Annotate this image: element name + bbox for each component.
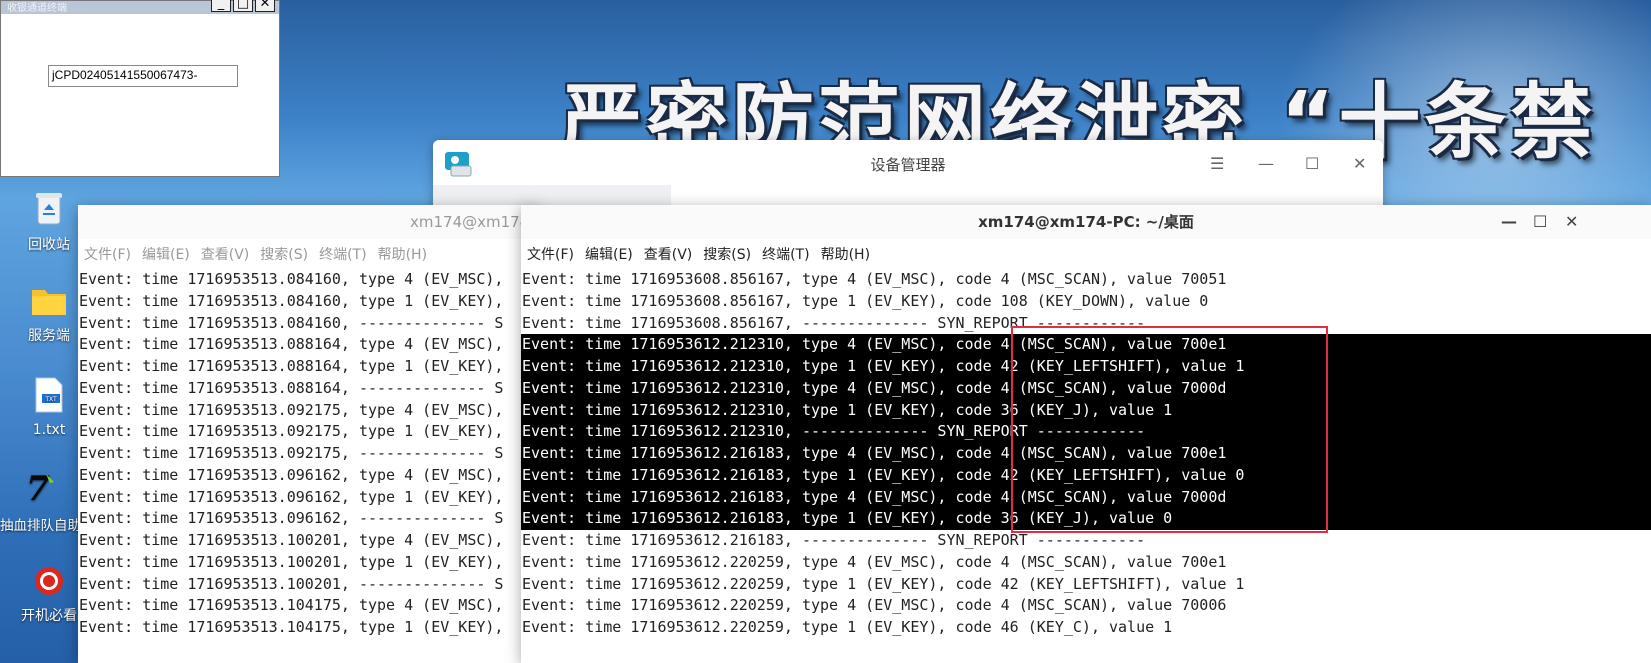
desktop-icon-server[interactable]: 服务端 <box>9 285 89 345</box>
svg-text:TXT: TXT <box>44 396 57 403</box>
menu-edit[interactable]: 编辑(E) <box>142 244 190 264</box>
input-dialog: 收银通道终端 _ □ ✕ jCPD02405141550067473- <box>0 0 280 177</box>
desktop-icon-label: 1.txt <box>32 422 66 438</box>
terminal-back-output[interactable]: Event: time 1716953513.084160, type 4 (E… <box>78 269 538 639</box>
menu-file[interactable]: 文件(F) <box>527 244 574 264</box>
recycle-bin-icon <box>9 190 89 230</box>
folder-icon <box>9 285 89 321</box>
close-button[interactable]: ✕ <box>1565 205 1578 239</box>
desktop-icon-label: 服务端 <box>28 328 70 344</box>
terminal-line: Event: time 1716953513.096162, type 4 (E… <box>79 465 504 484</box>
terminal-back-title: xm174@xm174 <box>410 213 530 231</box>
highlight-box <box>1011 326 1328 533</box>
terminal-back-titlebar[interactable]: xm174@xm174 <box>78 205 538 239</box>
terminal-line: Event: time 1716953513.084160, type 4 (E… <box>79 270 504 288</box>
terminal-line: Event: time 1716953513.096162, type 1 (E… <box>79 487 504 506</box>
terminal-front-menubar: 文件(F) 编辑(E) 查看(V) 搜索(S) 终端(T) 帮助(H) <box>521 239 1651 269</box>
terminal-line: Event: time 1716953612.220259, type 4 (E… <box>522 596 1227 615</box>
dialog-close-button[interactable]: ✕ <box>255 0 275 12</box>
terminal-back-menubar: 文件(F) 编辑(E) 查看(V) 搜索(S) 终端(T) 帮助(H) <box>78 239 538 269</box>
device-manager-title: 设备管理器 <box>870 156 946 174</box>
desktop-icon-recycle-bin[interactable]: 回收站 <box>9 190 89 254</box>
menu-search[interactable]: 搜索(S) <box>260 244 308 264</box>
seven-logo-icon: 7 <box>0 468 80 512</box>
desktop-icon-label: 抽血排队自助机系统 <box>0 518 80 534</box>
terminal-front-titlebar[interactable]: xm174@xm174-PC: ~/桌面 — ☐ ✕ <box>521 205 1651 239</box>
desktop-icon-label: 开机必看 <box>21 608 77 624</box>
terminal-line: Event: time 1716953513.088164, type 1 (E… <box>79 357 504 375</box>
desktop-icon-queue-system[interactable]: 7 抽血排队自助机系统 <box>0 468 80 536</box>
dialog-title: 收银通道终端 <box>7 3 67 14</box>
terminal-line: Event: time 1716953513.100201, type 4 (E… <box>79 531 504 549</box>
red-circle-app-icon <box>9 565 89 601</box>
close-button[interactable]: ✕ <box>1353 154 1366 173</box>
menu-edit[interactable]: 编辑(E) <box>585 244 633 264</box>
maximize-button[interactable]: ☐ <box>1533 205 1547 239</box>
barcode-input[interactable]: jCPD02405141550067473- <box>48 65 238 87</box>
menu-help[interactable]: 帮助(H) <box>378 244 427 264</box>
terminal-line: Event: time 1716953612.220259, type 1 (E… <box>522 574 1245 593</box>
terminal-line: Event: time 1716953513.100201, type 1 (E… <box>79 552 504 571</box>
terminal-line: Event: time 1716953513.084160, type 1 (E… <box>79 291 504 310</box>
dialog-titlebar[interactable]: 收银通道终端 _ □ ✕ <box>1 0 279 14</box>
menu-icon[interactable]: ☰ <box>1210 154 1224 173</box>
terminal-line: Event: time 1716953513.092175, type 1 (E… <box>79 422 504 441</box>
terminal-line: Event: time 1716953513.088164, ---------… <box>79 378 504 397</box>
menu-view[interactable]: 查看(V) <box>644 244 693 264</box>
minimize-button[interactable]: — <box>1258 154 1274 173</box>
terminal-line: Event: time 1716953612.220259, type 1 (E… <box>522 618 1173 636</box>
terminal-line: Event: time 1716953513.096162, ---------… <box>79 509 504 528</box>
terminal-line: Event: time 1716953513.104175, type 1 (E… <box>79 618 504 636</box>
dialog-maximize-button[interactable]: □ <box>233 0 253 12</box>
menu-file[interactable]: 文件(F) <box>84 244 131 264</box>
terminal-line: Event: time 1716953608.856167, type 4 (E… <box>522 270 1227 288</box>
menu-search[interactable]: 搜索(S) <box>703 244 751 264</box>
menu-terminal[interactable]: 终端(T) <box>319 244 366 264</box>
desktop-icon-txt-file[interactable]: TXT 1.txt <box>9 376 89 438</box>
terminal-window-back: xm174@xm174 文件(F) 编辑(E) 查看(V) 搜索(S) 终端(T… <box>78 205 538 663</box>
terminal-line: Event: time 1716953513.092175, type 4 (E… <box>79 400 504 419</box>
terminal-line: Event: time 1716953612.220259, type 4 (E… <box>522 552 1227 571</box>
desktop-icon-label: 回收站 <box>28 237 70 253</box>
terminal-line: Event: time 1716953513.104175, type 4 (E… <box>79 596 504 615</box>
maximize-button[interactable]: ☐ <box>1305 154 1319 173</box>
text-file-icon: TXT <box>9 376 89 418</box>
menu-terminal[interactable]: 终端(T) <box>762 244 809 264</box>
terminal-front-title: xm174@xm174-PC: ~/桌面 <box>978 213 1194 231</box>
minimize-button[interactable]: — <box>1501 205 1517 239</box>
menu-view[interactable]: 查看(V) <box>201 244 250 264</box>
menu-help[interactable]: 帮助(H) <box>821 244 870 264</box>
desktop-icon-startup-guide[interactable]: 开机必看 <box>9 565 89 625</box>
terminal-line: Event: time 1716953513.088164, type 4 (E… <box>79 335 504 354</box>
terminal-line: Event: time 1716953513.100201, ---------… <box>79 574 504 593</box>
terminal-line: Event: time 1716953612.216183, ---------… <box>522 531 1146 549</box>
terminal-line: Event: time 1716953513.092175, ---------… <box>79 444 504 462</box>
terminal-line: Event: time 1716953513.084160, ---------… <box>79 313 504 332</box>
dialog-minimize-button[interactable]: _ <box>211 0 231 12</box>
terminal-line: Event: time 1716953608.856167, type 1 (E… <box>522 291 1209 310</box>
